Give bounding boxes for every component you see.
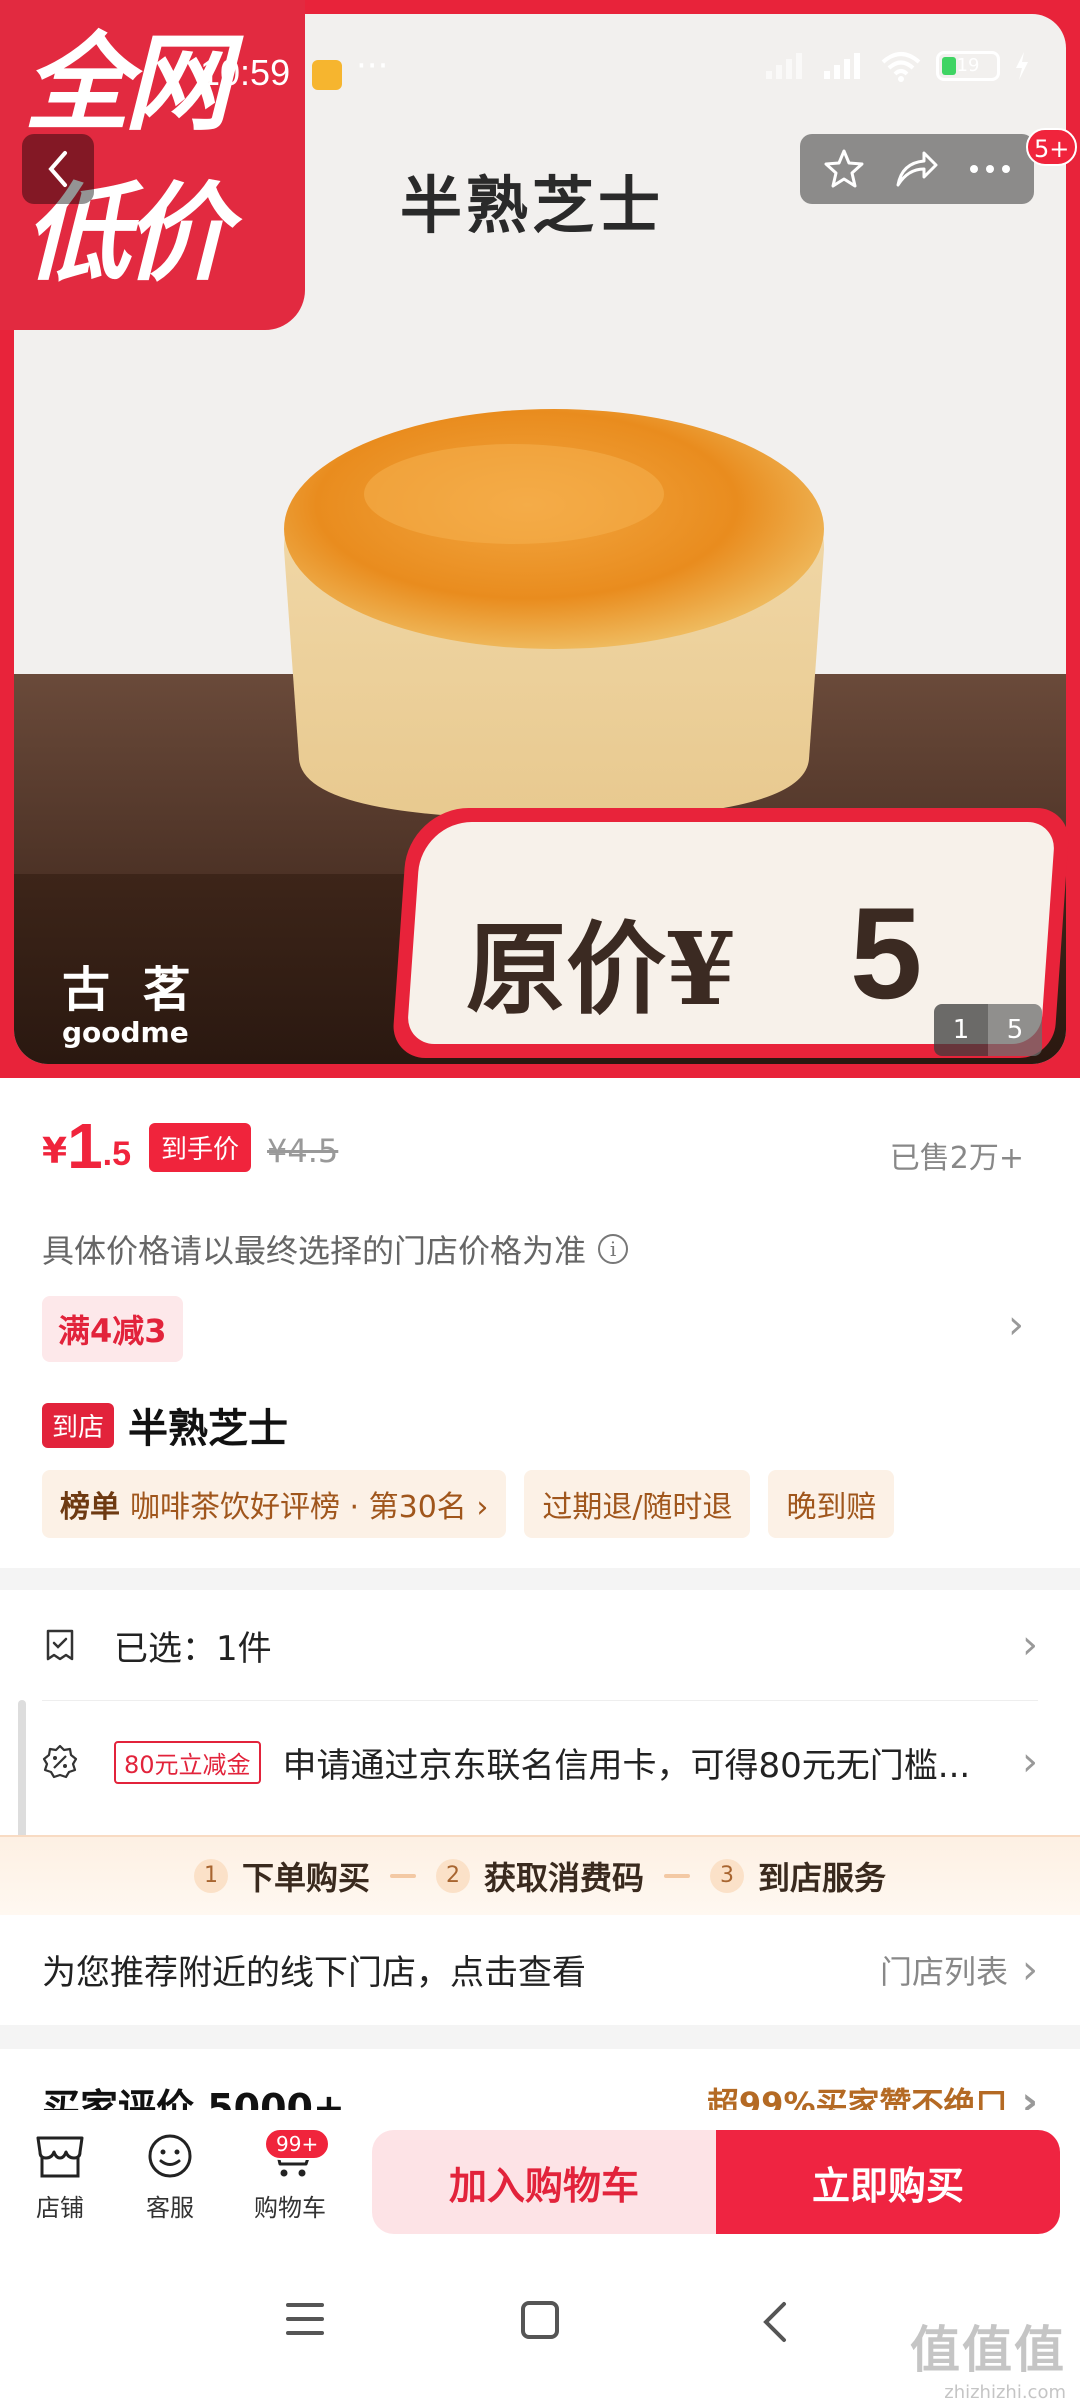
step-1-label: 下单购买 xyxy=(241,1859,370,1897)
image-index: 1 xyxy=(934,1004,988,1056)
product-info: ¥ 1 .5 到手价 ¥4.5 已售2万+ 具体价格请以最终选择的门店价格为准 … xyxy=(0,1078,1080,1568)
refund-tag[interactable]: 过期退/随时退 xyxy=(524,1470,751,1538)
image-orig-price-value: 5 xyxy=(850,880,923,1026)
wifi-icon xyxy=(881,52,921,82)
signal-icon xyxy=(766,53,802,79)
hand-price-badge: 到手价 xyxy=(149,1123,252,1172)
status-bar: 10:59 ··· 19 xyxy=(0,44,1080,104)
ranking-tag[interactable]: 榜单 咖啡茶饮好评榜 · 第30名 › xyxy=(42,1470,507,1538)
step-arrow xyxy=(664,1874,690,1878)
watermark-logo: 值值值 xyxy=(910,2321,1066,2379)
ranking-text: 咖啡茶饮好评榜 · 第30名 › xyxy=(130,1490,489,1525)
step-3-label: 到店服务 xyxy=(758,1859,887,1897)
price-note[interactable]: 具体价格请以最终选择的门店价格为准 i xyxy=(42,1226,629,1272)
customer-service-label: 客服 xyxy=(146,2194,194,2222)
title-row: 到店 半熟芝士 xyxy=(42,1396,288,1454)
customer-service-button[interactable]: 客服 xyxy=(120,2132,220,2223)
step-arrow xyxy=(389,1874,416,1878)
buy-now-button[interactable]: 立即购买 xyxy=(716,2130,1060,2234)
message-badge: 5+ xyxy=(1026,128,1078,166)
home-icon[interactable] xyxy=(520,2300,560,2340)
menu-icon[interactable] xyxy=(284,2300,326,2338)
chevron-right-icon: › xyxy=(1022,1622,1038,1668)
step-3: 3 到店服务 xyxy=(710,1853,886,1899)
store-label: 店铺 xyxy=(36,2194,84,2222)
selected-spec-row[interactable]: 已选：1件 › xyxy=(42,1595,1038,1695)
battery-level: 19 xyxy=(956,55,980,76)
chevron-right-icon: › xyxy=(1022,1739,1038,1785)
add-to-cart-button[interactable]: 加入购物车 xyxy=(372,2130,716,2234)
step-1-number: 1 xyxy=(193,1859,228,1893)
sold-count: 已售2万+ xyxy=(889,1141,1024,1176)
price-row: ¥ 1 .5 到手价 ¥4.5 xyxy=(42,1114,339,1178)
back-button[interactable] xyxy=(22,134,94,204)
nearby-stores-row[interactable]: 为您推荐附近的线下门店，点击查看 门店列表 › xyxy=(0,1915,1080,2025)
late-compensation-tag[interactable]: 晚到赔 xyxy=(768,1470,895,1538)
chevron-right-icon: › xyxy=(1022,1947,1038,1993)
receipt-icon xyxy=(46,1629,74,1661)
section-divider xyxy=(0,2025,1080,2049)
chevron-right-icon[interactable]: › xyxy=(1008,1302,1024,1348)
step-1: 1 下单购买 xyxy=(193,1853,370,1899)
selection-section: 已选：1件 › 80元立减金 申请通过京东联名信用卡，可得80元无门槛... › xyxy=(0,1590,1080,1835)
step-2: 2 获取消费码 xyxy=(435,1853,644,1899)
chevron-left-icon xyxy=(48,151,67,187)
ranking-label: 榜单 xyxy=(60,1490,120,1525)
price-integer: 1 xyxy=(67,1110,103,1182)
signal-hd-icon xyxy=(824,53,860,79)
price-currency: ¥ xyxy=(42,1131,68,1172)
in-store-tag: 到店 xyxy=(42,1402,115,1448)
store-button[interactable]: 店铺 xyxy=(10,2132,110,2223)
image-total: 5 xyxy=(988,1004,1042,1056)
more-icon[interactable] xyxy=(968,164,1012,174)
promo-tag: 80元立减金 xyxy=(114,1740,261,1784)
section-divider xyxy=(0,1568,1080,1590)
store-icon xyxy=(36,2136,84,2178)
step-3-number: 3 xyxy=(710,1859,744,1893)
step-2-label: 获取消费码 xyxy=(483,1859,644,1897)
share-icon[interactable] xyxy=(894,147,940,191)
back-nav-icon[interactable] xyxy=(760,2300,790,2344)
cart-count-badge: 99+ xyxy=(264,2128,331,2160)
coupon-tag[interactable]: 满4减3 xyxy=(42,1296,183,1362)
charging-icon xyxy=(1016,52,1028,80)
notification-app-icon xyxy=(312,60,342,90)
discount-icon xyxy=(42,1744,78,1779)
cheesecake-illustration xyxy=(264,399,844,829)
battery-icon: 19 xyxy=(936,51,1000,81)
price-decimal: .5 xyxy=(102,1135,132,1173)
brand-name-en: goodme xyxy=(62,1016,189,1049)
row-divider xyxy=(42,1700,1038,1701)
service-tags: 榜单 咖啡茶饮好评榜 · 第30名 › 过期退/随时退 晚到赔 xyxy=(42,1470,895,1538)
selected-text: 已选：1件 xyxy=(114,1628,272,1669)
info-icon[interactable]: i xyxy=(598,1234,629,1264)
status-more-dots: ··· xyxy=(356,46,389,86)
customer-service-icon xyxy=(148,2134,192,2178)
product-name: 半熟芝士 xyxy=(128,1406,289,1452)
credit-card-promo-row[interactable]: 80元立减金 申请通过京东联名信用卡，可得80元无门槛... › xyxy=(42,1712,1038,1812)
brand-logo: 古 茗 goodme xyxy=(62,950,199,1049)
product-image-carousel[interactable]: 全网 低价 半熟芝士 10:59 ··· 19 5+ 古 茗 goodme 原价… xyxy=(0,0,1080,1078)
bottom-action-bar: 店铺 客服 购物车 99+ 加入购物车 立即购买 xyxy=(0,2110,1080,2250)
store-list-link[interactable]: 门店列表 › xyxy=(880,1947,1038,1993)
original-price: ¥4.5 xyxy=(267,1132,339,1170)
image-orig-price-label: 原价¥ xyxy=(466,910,736,1028)
service-steps: 1 下单购买 2 获取消费码 3 到店服务 xyxy=(0,1835,1080,1915)
image-product-title: 半熟芝士 xyxy=(400,169,665,242)
store-list-label: 门店列表 xyxy=(879,1953,1008,1991)
brand-name-cn: 古 茗 xyxy=(62,962,199,1018)
cart-label: 购物车 xyxy=(254,2194,326,2222)
promo-text: 申请通过京东联名信用卡，可得80元无门槛... xyxy=(282,1745,971,1786)
watermark-domain: zhizhizhi.com xyxy=(944,2382,1066,2400)
top-actions-group xyxy=(800,134,1034,204)
watermark: 值值值 zhizhizhi.com xyxy=(910,2310,1066,2400)
star-icon[interactable] xyxy=(822,147,866,191)
step-2-number: 2 xyxy=(435,1859,470,1893)
status-time: 10:59 xyxy=(200,52,291,93)
nearby-stores-text: 为您推荐附近的线下门店，点击查看 xyxy=(42,1953,586,1993)
price-note-text: 具体价格请以最终选择的门店价格为准 xyxy=(42,1232,587,1270)
image-counter: 1 5 xyxy=(934,1004,1042,1056)
